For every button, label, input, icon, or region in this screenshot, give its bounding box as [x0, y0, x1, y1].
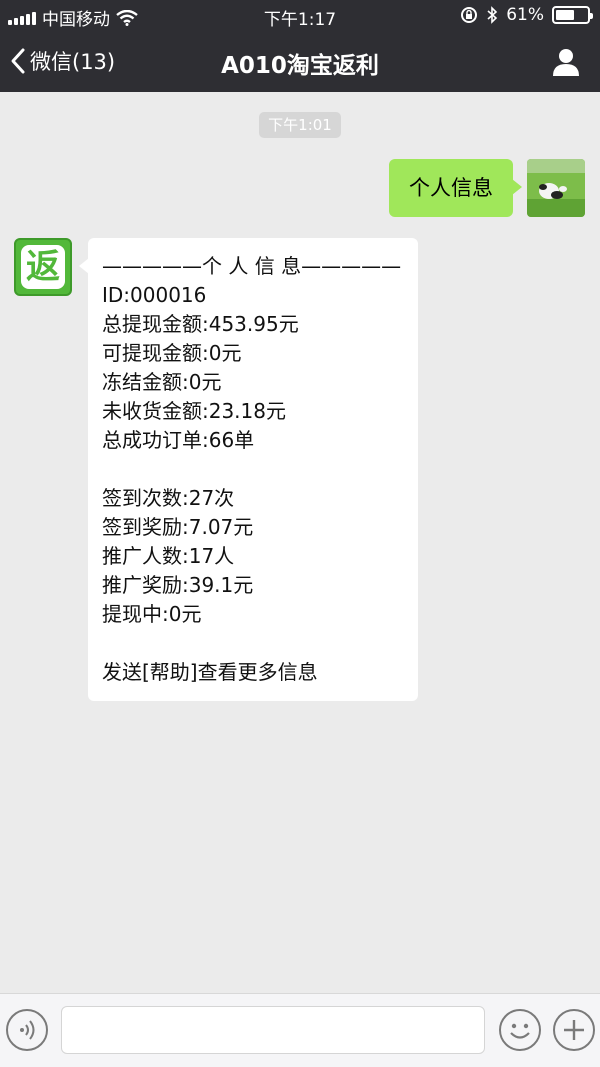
status-right: 61% [460, 5, 593, 25]
received-message-bubble[interactable]: —————个 人 信 息————— ID:000016 总提现金额:453.95元可… [79, 238, 418, 701]
reply-line: 推广奖励:39.1元 [102, 573, 254, 597]
voice-button[interactable] [6, 1009, 48, 1051]
rotation-lock-icon [461, 7, 478, 23]
voice-icon [20, 1020, 35, 1040]
plus-button[interactable] [553, 1009, 595, 1051]
reply-line: 可提现金额:0元 [102, 341, 242, 365]
message-timestamp: 下午1:01 [259, 112, 341, 138]
reply-line: 发送[帮助]查看更多信息 [102, 660, 318, 684]
input-bar [0, 993, 600, 1067]
reply-blank-line [102, 455, 418, 484]
person-icon[interactable] [550, 46, 582, 78]
reply-line: 签到次数:27次 [102, 486, 235, 510]
sent-message-bubble[interactable]: 个人信息 [389, 159, 522, 217]
reply-line: 签到奖励:7.07元 [102, 515, 254, 539]
reply-line: 总提现金额:453.95元 [102, 312, 299, 336]
plus-icon [564, 1020, 584, 1040]
message-input[interactable] [61, 1006, 485, 1054]
emoji-icon [510, 1023, 530, 1039]
reply-line: 未收货金额:23.18元 [102, 399, 286, 423]
reply-line: 总成功订单:66单 [102, 428, 255, 452]
emoji-button[interactable] [499, 1009, 541, 1051]
battery-icon [552, 6, 593, 24]
panda-photo [527, 159, 585, 217]
reply-line: 推广人数:17人 [102, 544, 235, 568]
bot-avatar[interactable]: 返 [14, 238, 72, 296]
reply-line: 冻结金额:0元 [102, 370, 222, 394]
reply-line: 提现中:0元 [102, 602, 202, 626]
bluetooth-icon [487, 6, 498, 24]
chat-title: A010淘宝返利 [221, 53, 379, 79]
battery-fill [556, 10, 575, 20]
battery-percent: 61% [506, 5, 544, 25]
my-avatar[interactable] [527, 159, 585, 217]
status-bar: 中国移动 下午1:17 61% [0, 0, 600, 32]
nav-bar: 微信(13) A010淘宝返利 [0, 32, 600, 92]
bot-avatar-glyph: 返 [21, 245, 65, 289]
reply-line: ID:000016 [102, 283, 207, 307]
reply-blank-line [102, 629, 418, 658]
reply-line: —————个 人 信 息————— [102, 254, 402, 278]
